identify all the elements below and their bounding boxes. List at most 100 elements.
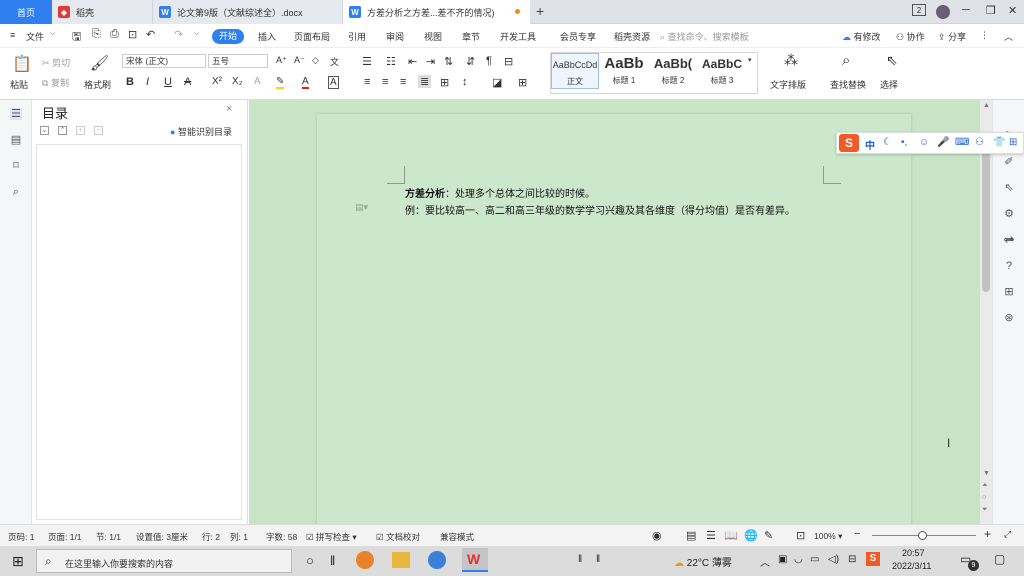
undo-icon[interactable]: ↶ [146, 28, 155, 41]
phonetic-icon[interactable]: 文 [330, 55, 339, 68]
sort-icon[interactable]: ⇵ [466, 55, 475, 68]
toc-nav-icon[interactable]: ☰ [10, 108, 22, 120]
next-page-icon[interactable]: ⏷ [982, 506, 988, 514]
remove-heading-icon[interactable]: − [94, 126, 103, 135]
window-count-badge[interactable]: 2 [912, 4, 926, 16]
clock-time[interactable]: 20:57 [902, 548, 925, 558]
more-icon[interactable]: ⋮ [980, 30, 989, 41]
decrease-font-icon[interactable]: A⁻ [294, 55, 305, 66]
status-row[interactable]: 行: 2 [202, 531, 220, 543]
increase-font-icon[interactable]: A⁺ [276, 55, 287, 66]
prev-page-icon[interactable]: ⏶ [982, 482, 988, 490]
format-painter-icon[interactable]: 🖌 [90, 54, 109, 72]
taskbar-search[interactable]: ⌕ 在这里输入你要搜索的内容 [36, 549, 292, 573]
find-replace-button[interactable]: 查找替换 [830, 78, 866, 91]
collapse-all-icon[interactable]: ⌃ [58, 126, 67, 135]
sliders-icon[interactable]: ⊶ [1003, 234, 1015, 246]
search-icon[interactable]: ⌕ [10, 186, 22, 198]
document-canvas[interactable]: 方差分析：处理多个总体之间比较的时候。 ▤▾ 例：要比较高一、高二和高三年级的数… [249, 100, 980, 534]
moon-icon[interactable]: ☾ [883, 137, 892, 148]
print-icon[interactable]: ⎙ [110, 28, 119, 41]
page-view-icon[interactable]: ▤ [686, 529, 696, 542]
text-layout-icon[interactable]: ⁂ [784, 52, 798, 69]
scroll-thumb[interactable] [982, 144, 990, 292]
style-heading-1[interactable]: AaBb 标题 1 [600, 53, 648, 89]
status-setting[interactable]: 设置值: 3厘米 [136, 531, 188, 543]
bullet-list-icon[interactable]: ☰ [362, 55, 372, 68]
outline-view-icon[interactable]: ☰ [706, 529, 716, 542]
pen-icon[interactable]: ✐ [1003, 156, 1015, 168]
weather-widget[interactable]: ☁ 22°C 薄雾 [674, 554, 732, 569]
menu-file[interactable]: 文件 [26, 30, 44, 43]
user-icon[interactable]: ⚇ [975, 137, 984, 148]
align-left-icon[interactable]: ≡ [364, 76, 370, 88]
style-heading-2[interactable]: AaBb( 标题 2 [649, 53, 697, 89]
italic-icon[interactable]: I [146, 76, 149, 88]
clock-date[interactable]: 2022/3/11 [892, 561, 931, 571]
close-icon[interactable]: ✕ [1008, 4, 1017, 17]
write-view-icon[interactable]: ✎ [764, 529, 773, 542]
modified-button[interactable]: ☁ 有修改 [842, 30, 881, 43]
paste-icon[interactable]: 📋 [12, 54, 32, 74]
battery-icon[interactable]: ▭ [810, 554, 819, 565]
border-icon[interactable]: ⊞ [518, 76, 527, 89]
collaborate-button[interactable]: ⚇ 协作 [896, 30, 925, 43]
collapse-ribbon-icon[interactable]: ︿ [1004, 30, 1013, 43]
paragraph-handle-icon[interactable]: ▤▾ [355, 202, 368, 213]
network-icon[interactable]: ⊟ [848, 554, 856, 565]
status-words[interactable]: 字数: 58 [266, 531, 297, 543]
expand-all-icon[interactable]: ⌄ [40, 126, 49, 135]
align-right-icon[interactable]: ≡ [400, 76, 406, 88]
menu-daoke-resources[interactable]: 稻壳资源 [614, 30, 650, 43]
settings-icon[interactable]: ⚙ [1003, 208, 1015, 220]
menu-review[interactable]: 审阅 [386, 30, 404, 43]
sogou-logo-icon[interactable]: S [839, 134, 859, 152]
cut-button[interactable]: ✂ 剪切 [42, 56, 70, 69]
text-layout-button[interactable]: 文字排版 [770, 78, 806, 91]
tray-expand-icon[interactable]: ︿ [760, 554, 770, 569]
toolbox-icon[interactable]: ⊞ [1009, 137, 1017, 148]
zoom-in-icon[interactable]: + [984, 527, 991, 541]
chapter-nav-icon[interactable]: ▤ [10, 134, 22, 146]
format-painter-button[interactable]: 格式刷 [84, 78, 111, 91]
fit-page-icon[interactable]: ⊡ [796, 529, 805, 542]
doc-proof-button[interactable]: ☑ 文档校对 [376, 531, 420, 543]
help-icon[interactable]: ? [1003, 260, 1015, 272]
style-heading-3[interactable]: AaBbC 标题 3 [698, 53, 746, 89]
reading-view-icon[interactable]: 📖 [724, 529, 738, 542]
style-gallery-more-icon[interactable]: ▾ [748, 56, 752, 64]
strikethrough-icon[interactable]: A [184, 76, 191, 88]
tab-daoke[interactable]: ◆ 稻壳 [52, 0, 152, 24]
doc-paragraph-1[interactable]: 方差分析：处理多个总体之间比较的时候。 [405, 185, 595, 200]
zoom-out-icon[interactable]: − [854, 528, 860, 540]
tab-home[interactable]: 首页 [0, 0, 52, 24]
select-button[interactable]: 选择 [880, 78, 898, 91]
fullscreen-icon[interactable]: ⤢ [1004, 529, 1011, 540]
justify-icon[interactable]: ≣ [418, 75, 432, 88]
volume-icon[interactable]: ◁) [828, 554, 839, 565]
show-marks-icon[interactable]: ¶ [486, 55, 492, 67]
task-view-icon[interactable]: ‖ [330, 553, 335, 568]
emoji-icon[interactable]: ☺ [919, 137, 929, 148]
sogou-tray-icon[interactable]: S [866, 552, 880, 566]
menu-page-layout[interactable]: 页面布局 [294, 30, 330, 43]
windows-start-icon[interactable]: ⊞ [12, 553, 24, 570]
superscript-icon[interactable]: X² [212, 76, 222, 87]
status-section[interactable]: 节: 1/1 [96, 531, 121, 543]
keyboard-icon[interactable]: ⌨ [955, 137, 969, 148]
redo-icon[interactable]: ↷ [174, 28, 183, 41]
location-icon[interactable]: ⊛ [1003, 312, 1015, 324]
status-page[interactable]: 页码: 1 [8, 531, 34, 543]
menu-insert[interactable]: 插入 [258, 30, 276, 43]
wps-taskbar-button[interactable]: W [462, 548, 488, 572]
tab-document-1[interactable]: W 论文第9版（文献综述全）.docx [152, 0, 342, 24]
minimize-icon[interactable]: ─ [962, 4, 970, 16]
document-page[interactable]: 方差分析：处理多个总体之间比较的时候。 ▤▾ 例：要比较高一、高二和高三年级的数… [317, 114, 911, 534]
tab-document-2[interactable]: W 方差分析之方差...差不齐的情况) [342, 0, 530, 24]
firefox-icon[interactable] [356, 551, 374, 569]
font-color-icon[interactable]: A [302, 76, 309, 89]
web-view-icon[interactable]: 🌐 [744, 529, 758, 542]
align-center-icon[interactable]: ≡ [382, 76, 388, 88]
menu-view[interactable]: 视图 [424, 30, 442, 43]
select-browse-icon[interactable]: ○ [982, 494, 986, 501]
